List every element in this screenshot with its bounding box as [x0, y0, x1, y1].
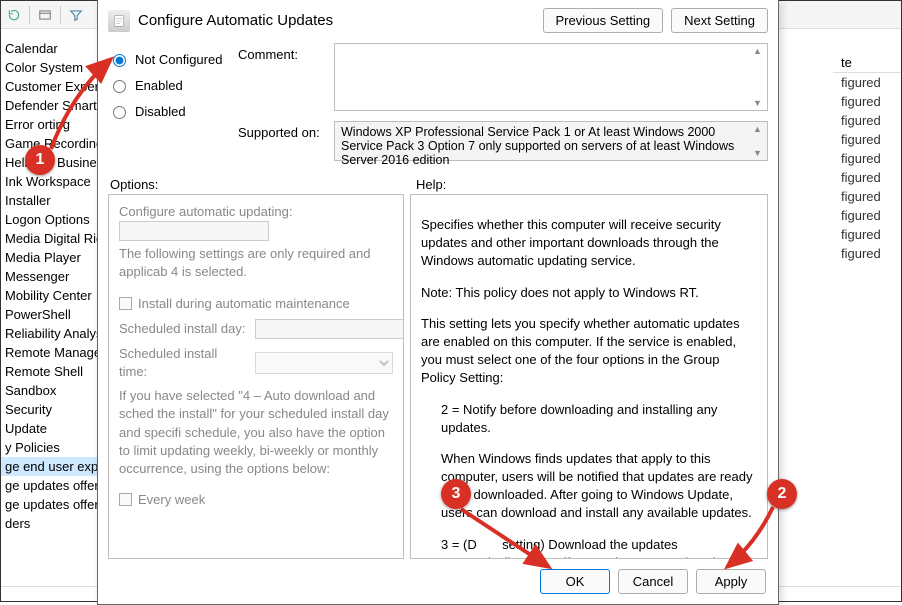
every-week-checkbox[interactable]: Every week [119, 491, 393, 509]
supported-label: Supported on: [238, 121, 324, 140]
annotation-badge-2: 2 [767, 479, 797, 509]
list-state: figured [833, 111, 901, 130]
configure-updating-label: Configure automatic updating: [119, 203, 393, 221]
help-text: This setting lets you specify whether au… [421, 315, 757, 388]
radio-enabled[interactable]: Enabled [108, 77, 226, 93]
list-state: figured [833, 187, 901, 206]
annotation-badge-3: 3 [441, 479, 471, 509]
configure-updating-select[interactable] [119, 221, 269, 241]
options-note2: If you have selected "4 – Auto download … [119, 387, 393, 478]
list-state: figured [833, 130, 901, 149]
list-state: figured [833, 73, 901, 92]
filter-icon[interactable] [67, 6, 85, 24]
divider [60, 6, 61, 24]
refresh-icon[interactable] [5, 6, 23, 24]
list-state: figured [833, 206, 901, 225]
help-text: Specifies whether this computer will rec… [421, 216, 757, 271]
apply-button[interactable]: Apply [696, 569, 766, 594]
options-panel: Configure automatic updating: The follow… [108, 194, 404, 559]
help-header: Help: [416, 177, 446, 192]
col-header-state: te [833, 53, 901, 73]
divider [29, 6, 30, 24]
install-time-label: Scheduled install time: [119, 345, 249, 381]
install-maintenance-checkbox[interactable]: Install during automatic maintenance [119, 295, 393, 313]
radio-label: Not Configured [135, 52, 222, 67]
radio-label: Enabled [135, 78, 183, 93]
annotation-badge-1: 1 [25, 145, 55, 175]
help-text: Note: This policy does not apply to Wind… [421, 284, 757, 302]
radio-disabled[interactable]: Disabled [108, 103, 226, 119]
help-text: 2 = Notify before downloading and instal… [421, 401, 757, 437]
list-state: figured [833, 168, 901, 187]
options-header: Options: [110, 177, 416, 192]
radio-label: Disabled [135, 104, 186, 119]
next-setting-button[interactable]: Next Setting [671, 8, 768, 33]
list-state: figured [833, 149, 901, 168]
comment-label: Comment: [238, 43, 324, 62]
help-text: 3 = (D setting) Download the updates aut… [421, 536, 757, 559]
comment-textarea[interactable]: ▲▼ [334, 43, 768, 111]
policy-icon [108, 10, 130, 32]
previous-setting-button[interactable]: Previous Setting [543, 8, 664, 33]
install-day-select[interactable] [255, 319, 404, 339]
radio-not-configured[interactable]: Not Configured [108, 51, 226, 67]
ok-button[interactable]: OK [540, 569, 610, 594]
cancel-button[interactable]: Cancel [618, 569, 688, 594]
supported-on-text: Windows XP Professional Service Pack 1 o… [334, 121, 768, 161]
options-note: The following settings are only required… [119, 245, 393, 281]
list-state: figured [833, 244, 901, 263]
window-icon[interactable] [36, 6, 54, 24]
configure-updates-dialog: Configure Automatic Updates Previous Set… [97, 0, 779, 605]
install-time-select[interactable] [255, 352, 393, 374]
list-state: figured [833, 92, 901, 111]
dialog-title: Configure Automatic Updates [138, 12, 333, 29]
help-text: When Windows finds updates that apply to… [421, 450, 757, 523]
list-state: figured [833, 225, 901, 244]
install-day-label: Scheduled install day: [119, 320, 249, 338]
